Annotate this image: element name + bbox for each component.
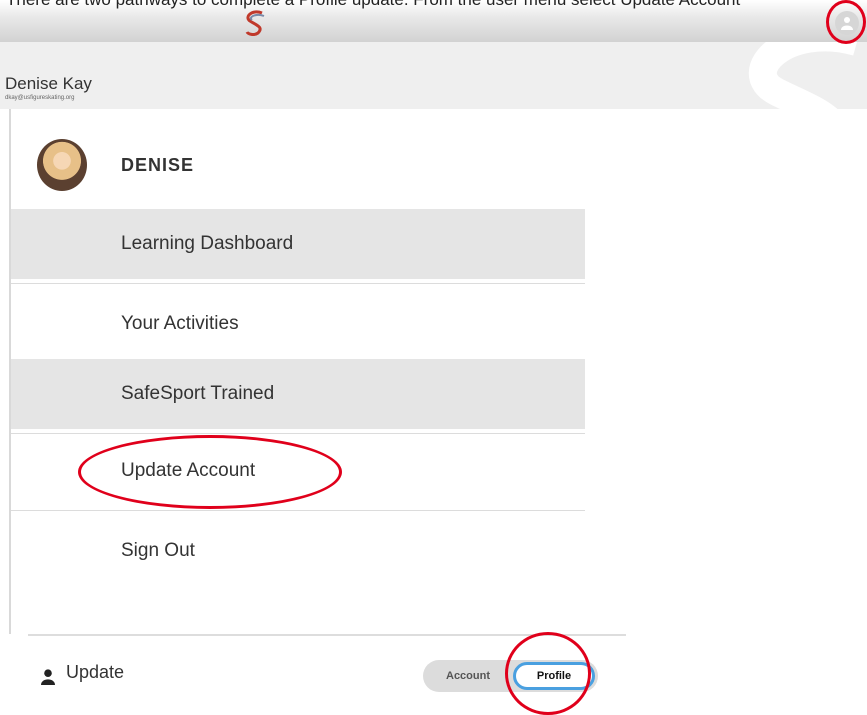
menu-divider [11, 510, 585, 511]
toggle-account-button[interactable]: Account [423, 660, 513, 692]
brand-watermark-icon [748, 42, 857, 109]
menu-item-learning-dashboard[interactable]: Learning Dashboard [11, 209, 585, 279]
instruction-caption: There are two pathways to complete a Pro… [0, 0, 867, 9]
menu-divider [11, 283, 585, 284]
brand-s-logo[interactable] [240, 7, 270, 37]
menu-item-label: Learning Dashboard [121, 233, 294, 254]
avatar [37, 139, 87, 191]
user-menu-panel: DENISE Learning Dashboard Your Activitie… [9, 109, 585, 634]
menu-item-update-account[interactable]: Update Account [11, 436, 585, 506]
menu-item-your-activities[interactable]: Your Activities [11, 289, 585, 359]
menu-header: DENISE [11, 109, 585, 209]
update-toolbar: Update Account Profile [0, 636, 867, 709]
menu-item-label: Your Activities [121, 313, 239, 334]
user-icon [41, 669, 55, 685]
user-menu-button[interactable] [835, 11, 859, 35]
toggle-profile-button[interactable]: Profile [513, 662, 595, 690]
menu-item-label: SafeSport Trained [121, 383, 275, 404]
user-header: Denise Kay dkay@usfigureskating.org [0, 42, 867, 109]
menu-item-label: Sign Out [121, 540, 195, 561]
menu-divider [11, 433, 585, 434]
user-email: dkay@usfigureskating.org [5, 95, 75, 101]
update-label: Update [66, 662, 125, 682]
menu-item-safesport-trained[interactable]: SafeSport Trained [11, 359, 585, 429]
menu-item-label: Update Account [121, 460, 256, 481]
user-name: Denise Kay [5, 74, 92, 93]
user-icon [841, 17, 853, 30]
account-profile-toggle: Account Profile [423, 660, 598, 692]
menu-item-sign-out[interactable]: Sign Out [11, 516, 585, 586]
menu-username: DENISE [121, 155, 195, 175]
